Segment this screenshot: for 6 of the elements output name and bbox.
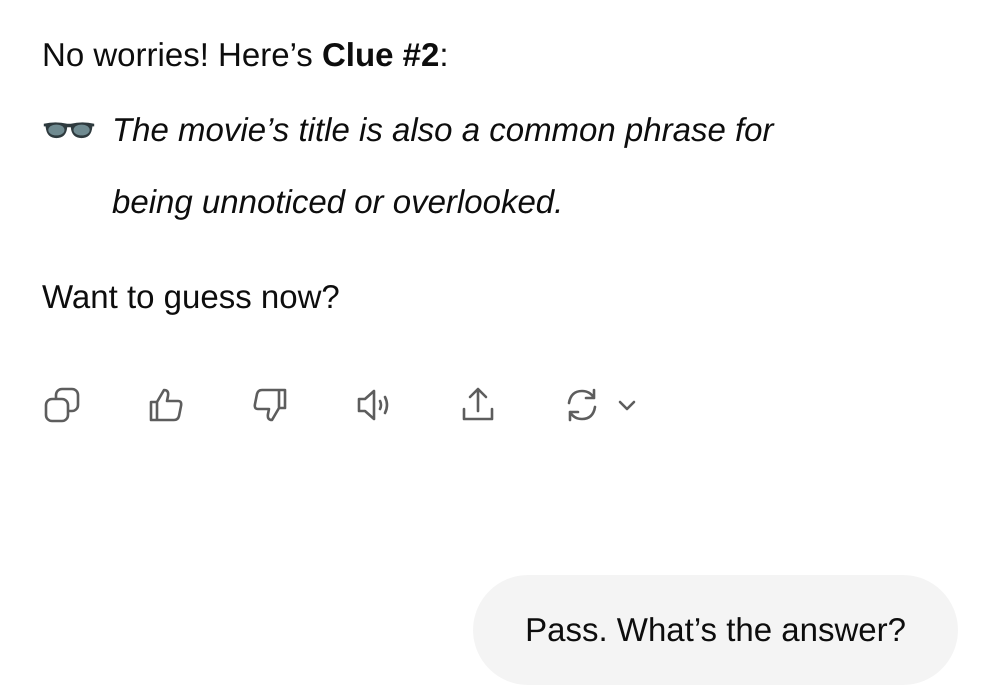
user-message: Pass. What’s the answer?: [473, 575, 958, 685]
message-text: No worries! Here’s Clue #2:: [42, 35, 450, 75]
copy-button[interactable]: [42, 385, 82, 425]
clue-text: The movie’s title is also a common phrase for being unnoticed or overlooked.: [112, 110, 776, 222]
message-text: Want to guess now?: [42, 277, 341, 317]
copy-icon: [42, 385, 82, 425]
